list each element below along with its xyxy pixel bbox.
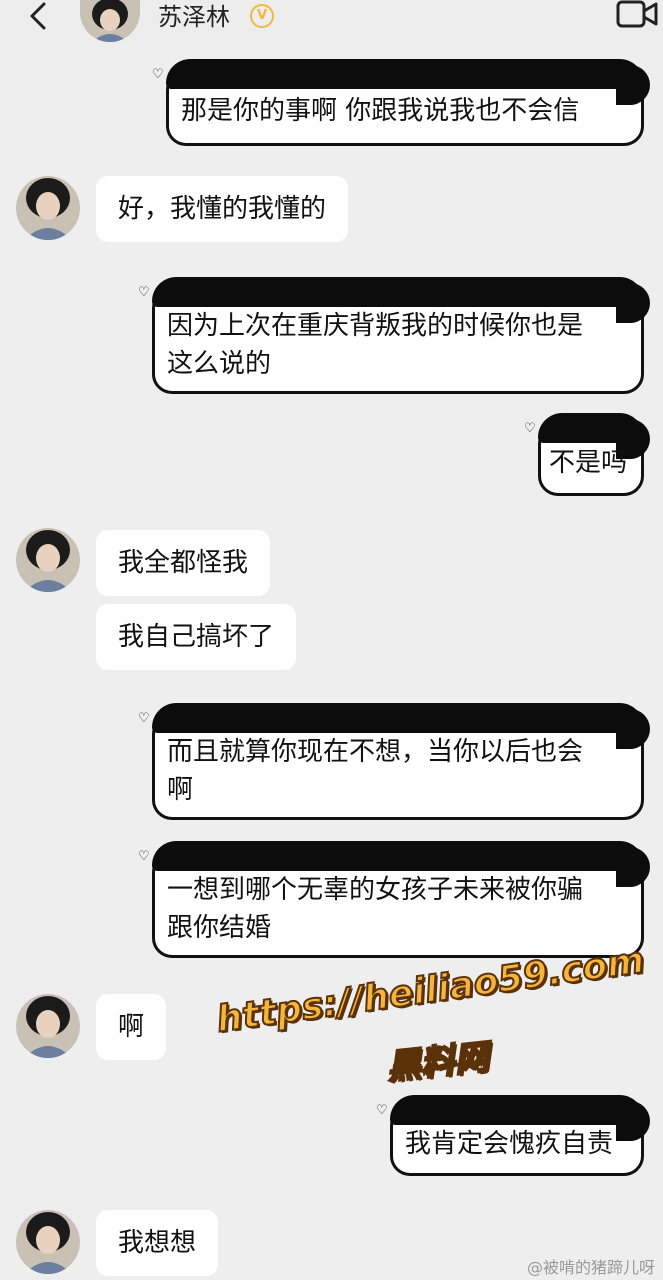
video-call-icon	[616, 0, 658, 28]
heart-icon: ♡	[152, 67, 164, 82]
chat-header: 苏泽林 V	[0, 0, 663, 44]
contact-avatar[interactable]	[80, 0, 140, 42]
video-call-button[interactable]	[614, 0, 660, 30]
incoming-message[interactable]: 我想想	[96, 1210, 219, 1276]
contact-avatar[interactable]	[16, 176, 80, 240]
outgoing-message[interactable]: ♡ 因为上次在重庆背叛我的时候你也是 这么说的	[138, 277, 650, 394]
contact-name: 苏泽林	[158, 3, 230, 31]
message-text: 我肯定会愧疚自责	[405, 1129, 614, 1159]
message-text: 因为上次在重庆背叛我的时候你也是	[167, 311, 584, 341]
verified-badge-icon: V	[250, 4, 274, 28]
outgoing-message[interactable]: ♡ 一想到哪个无辜的女孩子未来被你骗 跟你结婚	[138, 841, 650, 958]
outgoing-message[interactable]: ♡ 我肯定会愧疚自责	[376, 1095, 650, 1176]
outgoing-message[interactable]: ♡ 那是你的事啊 你跟我说我也不会信	[152, 59, 650, 146]
incoming-message[interactable]: 我自己搞坏了	[96, 604, 297, 670]
outgoing-message[interactable]: ♡ 不是吗	[524, 413, 650, 496]
message-text: 而且就算你现在不想，当你以后也会	[167, 737, 584, 767]
chevron-left-icon	[30, 2, 46, 30]
back-button[interactable]	[20, 0, 56, 36]
contact-avatar[interactable]	[16, 528, 80, 592]
credit-watermark: @被啃的猪蹄儿呀	[526, 1258, 655, 1277]
contact-avatar[interactable]	[16, 1210, 80, 1274]
incoming-message[interactable]: 我全都怪我	[96, 530, 271, 596]
heart-icon: ♡	[376, 1103, 388, 1118]
incoming-message[interactable]: 啊	[96, 994, 167, 1060]
heart-icon: ♡	[138, 285, 150, 300]
heart-icon: ♡	[138, 711, 150, 726]
message-text: 那是你的事啊 你跟我说我也不会信	[181, 96, 580, 126]
message-text: 这么说的	[167, 349, 272, 379]
message-text: 啊	[167, 775, 194, 805]
message-text: 跟你结婚	[167, 913, 272, 943]
outgoing-message[interactable]: ♡ 而且就算你现在不想，当你以后也会 啊	[138, 703, 650, 820]
message-text: 一想到哪个无辜的女孩子未来被你骗	[167, 875, 584, 905]
heart-icon: ♡	[138, 849, 150, 864]
watermark-name: 黑料网	[384, 1036, 492, 1088]
heart-icon: ♡	[524, 421, 536, 436]
contact-avatar[interactable]	[16, 994, 80, 1058]
incoming-message[interactable]: 好，我懂的我懂的	[96, 176, 349, 242]
message-text: 不是吗	[549, 448, 628, 478]
